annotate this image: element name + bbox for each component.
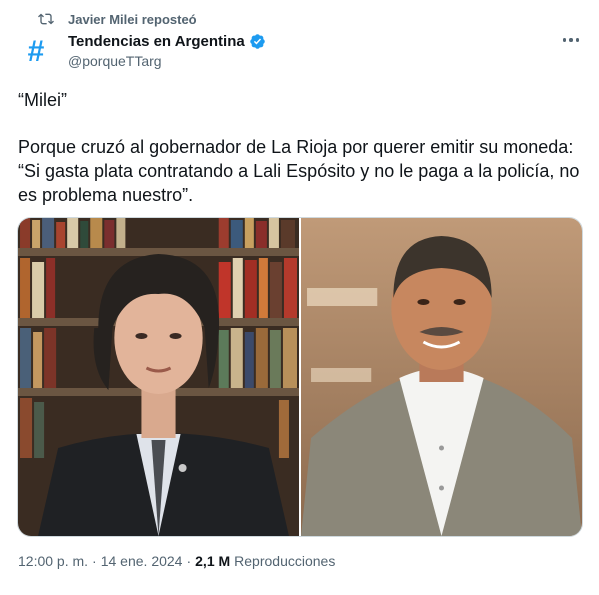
photo-right[interactable]	[301, 218, 582, 536]
tweet-meta: 12:00 p. m. · 14 ene. 2024 · 2,1 M Repro…	[18, 553, 335, 569]
meta-separator: ·	[92, 553, 97, 569]
avatar[interactable]: #	[18, 34, 54, 70]
repost-icon	[38, 13, 54, 25]
tweet-paragraph-2: Porque cruzó al gobernador de La Rioja p…	[18, 137, 580, 205]
photo-right-image	[301, 218, 582, 536]
tweet-text: “Milei” Porque cruzó al gobernador de La…	[18, 88, 583, 207]
meta-separator: ·	[186, 553, 192, 569]
repost-header[interactable]: Javier Milei reposteó	[38, 10, 197, 28]
author-block: Tendencias en Argentina @porqueTTarg	[68, 30, 266, 69]
repost-label: Javier Milei reposteó	[68, 11, 197, 27]
more-options-icon	[575, 38, 580, 42]
name-row: Tendencias en Argentina	[68, 30, 266, 52]
hashtag-avatar-icon: #	[27, 35, 45, 68]
photo-left-image	[18, 218, 299, 536]
author-display-name[interactable]: Tendencias en Argentina	[68, 33, 245, 50]
photo-left[interactable]	[18, 218, 299, 536]
tweet-time[interactable]: 12:00 p. m.	[18, 553, 88, 569]
author-handle[interactable]: @porqueTTarg	[68, 53, 266, 69]
more-options-icon	[562, 38, 567, 42]
more-options-button[interactable]	[561, 32, 581, 48]
tweet-date[interactable]: 14 ene. 2024	[101, 553, 183, 569]
media-grid[interactable]	[17, 217, 583, 537]
tweet-paragraph-1: “Milei”	[18, 90, 67, 110]
verified-badge-icon[interactable]	[249, 33, 266, 50]
views-count: 2,1 M	[195, 553, 231, 569]
views-label: Reproducciones	[234, 553, 336, 569]
more-options-icon	[569, 38, 573, 42]
